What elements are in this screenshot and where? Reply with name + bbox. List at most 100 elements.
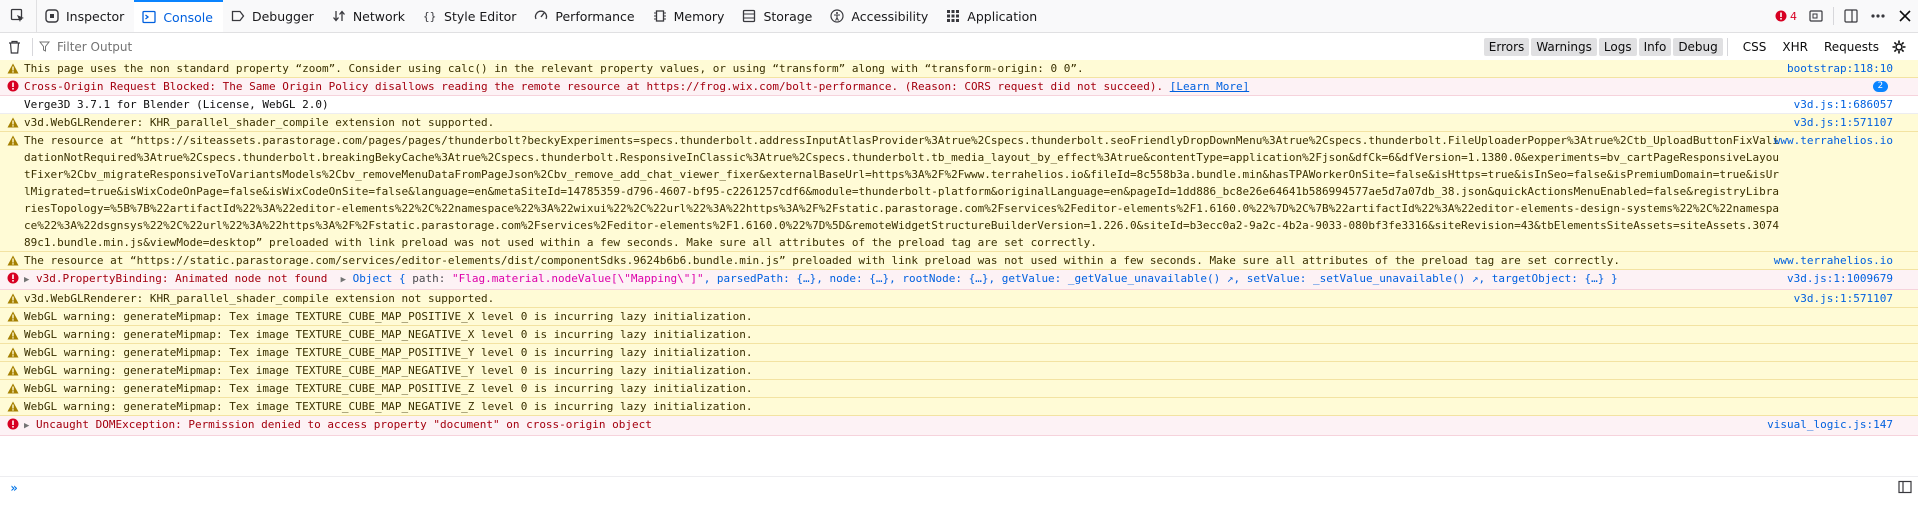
inspector-icon bbox=[45, 9, 59, 23]
expand-arrow-icon[interactable]: ▶ bbox=[24, 272, 36, 289]
console-message: WebGL warning: generateMipmap: Tex image… bbox=[0, 362, 1918, 380]
editor-mode-toggle-button[interactable] bbox=[1898, 480, 1912, 497]
level-buttons: Errors Warnings Logs Info Debug bbox=[1482, 37, 1723, 56]
tab-accessibility[interactable]: Accessibility bbox=[822, 0, 938, 32]
message-text: The resource at “https://siteassets.para… bbox=[24, 134, 1779, 249]
tab-label: Network bbox=[352, 8, 406, 24]
object-prefix[interactable]: Object { bbox=[353, 272, 406, 285]
warning-icon bbox=[7, 116, 19, 133]
responsive-design-button[interactable] bbox=[1803, 0, 1829, 32]
element-picker-icon bbox=[10, 8, 24, 22]
message-source-link[interactable]: www.terrahelios.io bbox=[1774, 252, 1893, 269]
expand-object-arrow-icon[interactable]: ▶ bbox=[341, 272, 353, 289]
message-source-link[interactable]: v3d.js:1:1009679 bbox=[1787, 270, 1893, 287]
console-message: v3d.WebGLRenderer: KHR_parallel_shader_c… bbox=[0, 290, 1918, 308]
warning-icon bbox=[7, 62, 19, 79]
filter-errors-button[interactable]: Errors bbox=[1483, 37, 1530, 56]
tab-strip: Inspector Console Debugger Network {} Style E… bbox=[37, 0, 1047, 32]
message-source-link[interactable]: v3d.js:1:686057 bbox=[1794, 96, 1893, 113]
element-picker-button[interactable] bbox=[0, 0, 37, 32]
message-body: Cross-Origin Request Blocked: The Same O… bbox=[24, 80, 1249, 93]
filter-output-input[interactable] bbox=[55, 38, 359, 55]
close-icon bbox=[1899, 10, 1911, 22]
object-rest: , parsedPath: {…}, node: {…}, rootNode: … bbox=[703, 272, 1618, 285]
console-message: The resource at “https://siteassets.para… bbox=[0, 132, 1918, 252]
gear-icon bbox=[1892, 40, 1906, 53]
dock-icon bbox=[1844, 9, 1858, 23]
toolbar-right: 4 bbox=[1769, 0, 1918, 32]
message-text: Cross-Origin Request Blocked: The Same O… bbox=[24, 80, 1164, 93]
tab-console[interactable]: Console bbox=[134, 0, 223, 32]
filter-debug-button[interactable]: Debug bbox=[1673, 37, 1723, 56]
filter-warnings-button[interactable]: Warnings bbox=[1531, 37, 1597, 56]
message-text: WebGL warning: generateMipmap: Tex image… bbox=[24, 364, 753, 377]
svg-text:{}: {} bbox=[423, 10, 436, 23]
message-text: WebGL warning: generateMipmap: Tex image… bbox=[24, 400, 753, 413]
console-message: ▶ v3d.PropertyBinding: Animated node not … bbox=[0, 270, 1918, 290]
console-input-row: » bbox=[0, 476, 1918, 499]
message-body: WebGL warning: generateMipmap: Tex image… bbox=[24, 364, 752, 377]
message-source-link[interactable]: visual_logic.js:147 bbox=[1767, 416, 1893, 433]
filter-css-button[interactable]: CSS bbox=[1738, 38, 1772, 56]
devtools-toolbar: Inspector Console Debugger Network {} Style E… bbox=[0, 0, 1918, 33]
message-source-link[interactable]: www.terrahelios.io bbox=[1774, 132, 1893, 149]
tab-label: Console bbox=[163, 9, 213, 25]
message-text: v3d.WebGLRenderer: KHR_parallel_shader_c… bbox=[24, 116, 495, 129]
error-icon bbox=[7, 418, 19, 435]
message-body: WebGL warning: generateMipmap: Tex image… bbox=[24, 346, 752, 359]
clear-console-button[interactable] bbox=[0, 40, 28, 54]
warning-icon bbox=[7, 346, 19, 363]
message-body: v3d.WebGLRenderer: KHR_parallel_shader_c… bbox=[24, 292, 494, 305]
tab-storage[interactable]: Storage bbox=[734, 0, 822, 32]
console-settings-button[interactable] bbox=[1892, 40, 1906, 54]
console-message: Cross-Origin Request Blocked: The Same O… bbox=[0, 78, 1918, 96]
more-options-button[interactable] bbox=[1864, 0, 1892, 32]
close-devtools-button[interactable] bbox=[1892, 0, 1918, 32]
message-body: The resource at “https://siteassets.para… bbox=[24, 134, 1779, 249]
tab-label: Inspector bbox=[66, 8, 125, 24]
filter-info-button[interactable]: Info bbox=[1638, 37, 1672, 56]
warning-icon bbox=[7, 292, 19, 309]
tab-performance[interactable]: Performance bbox=[526, 0, 644, 32]
message-body: WebGL warning: generateMipmap: Tex image… bbox=[24, 400, 752, 413]
message-text: The resource at “https://static.parastor… bbox=[24, 254, 1621, 267]
console-message: WebGL warning: generateMipmap: Tex image… bbox=[0, 308, 1918, 326]
message-source-link[interactable]: v3d.js:1:571107 bbox=[1794, 114, 1893, 131]
tab-label: Storage bbox=[763, 8, 813, 24]
warning-icon bbox=[7, 400, 19, 417]
style-editor-icon: {} bbox=[423, 9, 437, 23]
error-count-button[interactable]: 4 bbox=[1769, 0, 1803, 32]
accessibility-icon bbox=[830, 9, 844, 23]
object-path-value: "Flag.material.nodeValue[\"Mapping\"]" bbox=[452, 272, 704, 285]
divider bbox=[32, 37, 33, 56]
tab-debugger[interactable]: Debugger bbox=[223, 0, 324, 32]
memory-icon bbox=[653, 9, 667, 23]
dock-button[interactable] bbox=[1838, 0, 1864, 32]
tab-application[interactable]: Application bbox=[938, 0, 1047, 32]
message-text: v3d.WebGLRenderer: KHR_parallel_shader_c… bbox=[24, 292, 495, 305]
divider bbox=[1726, 37, 1728, 56]
filter-requests-button[interactable]: Requests bbox=[1819, 38, 1884, 56]
message-body: The resource at “https://static.parastor… bbox=[24, 254, 1620, 267]
console-message: WebGL warning: generateMipmap: Tex image… bbox=[0, 398, 1918, 416]
message-source-link[interactable]: bootstrap:118:10 bbox=[1787, 60, 1893, 77]
console-message: v3d.WebGLRenderer: KHR_parallel_shader_c… bbox=[0, 114, 1918, 132]
tab-style-editor[interactable]: {} Style Editor bbox=[415, 0, 526, 32]
learn-more-link[interactable]: [Learn More] bbox=[1170, 80, 1249, 93]
message-body: This page uses the non standard property… bbox=[24, 62, 1084, 75]
tab-label: Performance bbox=[555, 8, 635, 24]
trash-icon bbox=[8, 40, 20, 54]
console-icon bbox=[142, 10, 156, 24]
filter-xhr-button[interactable]: XHR bbox=[1777, 38, 1813, 56]
console-message: WebGL warning: generateMipmap: Tex image… bbox=[0, 380, 1918, 398]
repeat-count-badge: 2 bbox=[1872, 81, 1888, 92]
console-message: WebGL warning: generateMipmap: Tex image… bbox=[0, 344, 1918, 362]
tab-inspector[interactable]: Inspector bbox=[37, 0, 134, 32]
filter-logs-button[interactable]: Logs bbox=[1598, 37, 1637, 56]
message-source-link[interactable]: v3d.js:1:571107 bbox=[1794, 290, 1893, 307]
console-message: Verge3D 3.7.1 for Blender (License, WebG… bbox=[0, 96, 1918, 114]
tab-network[interactable]: Network bbox=[324, 0, 415, 32]
tab-memory[interactable]: Memory bbox=[645, 0, 735, 32]
expand-arrow-icon[interactable]: ▶ bbox=[24, 418, 36, 435]
console-prompt-icon: » bbox=[10, 481, 18, 495]
